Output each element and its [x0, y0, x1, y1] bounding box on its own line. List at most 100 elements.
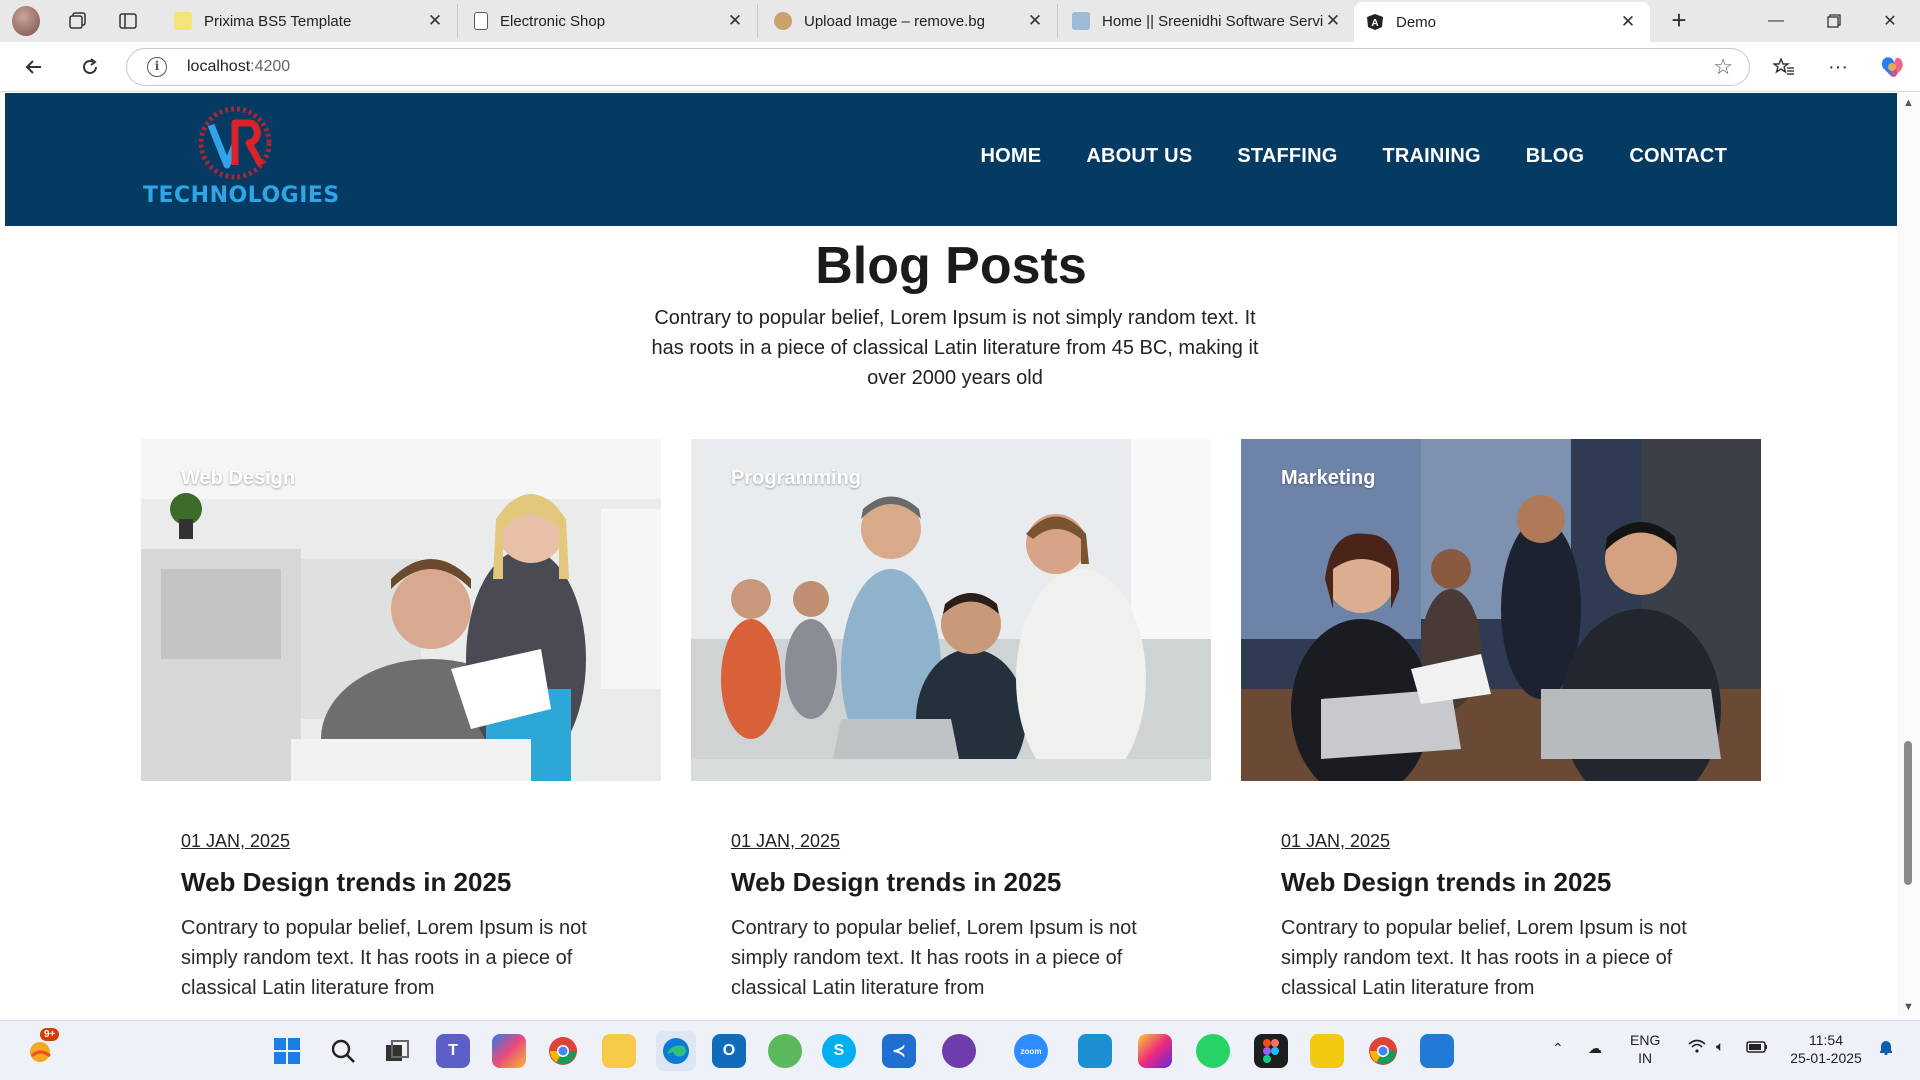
scroll-down-icon[interactable]: ▼ — [1903, 1001, 1914, 1013]
file-explorer-icon[interactable] — [602, 1034, 636, 1068]
blog-card-title[interactable]: Web Design trends in 2025 — [1281, 867, 1611, 898]
reload-icon[interactable] — [74, 52, 106, 82]
copilot-app-icon[interactable] — [492, 1034, 526, 1068]
minimize-icon[interactable]: — — [1748, 0, 1804, 42]
close-tab-icon[interactable]: ✕ — [1025, 11, 1045, 31]
volume-icon[interactable]: 🔈︎ — [1716, 1037, 1724, 1055]
close-tab-icon[interactable]: ✕ — [425, 11, 445, 31]
blog-card-date[interactable]: 01 JAN, 2025 — [181, 831, 290, 852]
page-scrollbar[interactable]: ▲ ▼ — [1897, 93, 1920, 1019]
onedrive-icon[interactable]: ☁ — [1588, 1039, 1602, 1057]
tab-actions-icon[interactable] — [108, 0, 148, 42]
battery-icon[interactable] — [1746, 1039, 1768, 1057]
blog-card-image[interactable]: Marketing — [1241, 439, 1761, 781]
more-menu-icon[interactable]: ··· — [1822, 52, 1854, 82]
company-logo[interactable]: TECHNOLOGIES — [143, 103, 339, 213]
blog-card-excerpt: Contrary to popular belief, Lorem Ipsum … — [181, 917, 587, 999]
weather-widget-icon[interactable]: 9+ — [24, 1028, 60, 1068]
chrome-profile-icon[interactable] — [1366, 1034, 1400, 1068]
blog-card-image[interactable]: Programming — [691, 439, 1211, 781]
workspaces-icon[interactable] — [58, 0, 98, 42]
chrome-icon[interactable] — [546, 1034, 580, 1068]
browser-tab-active[interactable]: A Demo ✕ — [1354, 2, 1650, 42]
close-tab-icon[interactable]: ✕ — [1323, 11, 1343, 31]
github-desktop-icon[interactable] — [942, 1034, 976, 1068]
windows-taskbar: 9+ T O S ≺ zoom ⌃ ☁ ENG IN 🔈︎ 11:54 25-0… — [0, 1020, 1920, 1080]
copilot-icon[interactable] — [1876, 52, 1908, 82]
close-tab-icon[interactable]: ✕ — [725, 11, 745, 31]
angular-favicon-icon: A — [1366, 13, 1384, 31]
tab-favicon-icon — [1072, 12, 1090, 30]
url-text: localhost:4200 — [187, 58, 290, 76]
close-window-icon[interactable]: ✕ — [1862, 0, 1918, 42]
nav-home[interactable]: HOME — [981, 145, 1042, 168]
clock-time: 11:54 — [1809, 1032, 1843, 1048]
windows-start-icon[interactable] — [270, 1034, 304, 1068]
task-view-icon[interactable] — [380, 1034, 414, 1068]
nav-blog[interactable]: BLOG — [1526, 145, 1585, 168]
tab-title: Upload Image – remove.bg — [804, 12, 985, 30]
blog-card-category[interactable]: Programming — [731, 467, 861, 490]
blog-card-image[interactable]: Web Design — [141, 439, 661, 781]
blog-card[interactable]: Marketing 01 JAN, 2025 Web Design trends… — [1241, 439, 1761, 999]
blog-card-title[interactable]: Web Design trends in 2025 — [181, 867, 511, 898]
outlook-icon[interactable]: O — [712, 1034, 746, 1068]
vr-logo-icon — [198, 106, 272, 180]
edge-icon[interactable] — [656, 1031, 696, 1071]
favorites-icon[interactable] — [1768, 52, 1800, 82]
tab-title: Home || Sreenidhi Software Servic — [1102, 12, 1323, 30]
teams-icon[interactable]: T — [436, 1034, 470, 1068]
notification-bell-icon[interactable] — [1878, 1039, 1894, 1059]
main-nav: HOME ABOUT US STAFFING TRAINING BLOG CON… — [936, 145, 1728, 168]
figma-icon[interactable] — [1254, 1034, 1288, 1068]
browser-tab[interactable]: Upload Image – remove.bg ✕ — [762, 4, 1058, 38]
favorite-star-icon[interactable]: ☆ — [1713, 54, 1733, 80]
scroll-up-icon[interactable]: ▲ — [1903, 97, 1914, 109]
blog-card-title[interactable]: Web Design trends in 2025 — [731, 867, 1061, 898]
nav-training[interactable]: TRAINING — [1382, 145, 1480, 168]
scrollbar-thumb[interactable] — [1904, 741, 1912, 885]
skype-icon[interactable]: S — [822, 1034, 856, 1068]
tab-title: Electronic Shop — [500, 12, 606, 30]
blog-card[interactable]: Web Design 01 JAN, 2025 Web Design trend… — [141, 439, 661, 999]
zoom-icon[interactable]: zoom — [1014, 1034, 1048, 1068]
new-tab-button[interactable]: + — [1664, 6, 1694, 36]
blog-card-category[interactable]: Web Design — [181, 467, 295, 490]
nav-about-us[interactable]: ABOUT US — [1086, 145, 1192, 168]
wifi-icon[interactable] — [1688, 1039, 1706, 1057]
blog-card-excerpt: Contrary to popular belief, Lorem Ipsum … — [1281, 917, 1687, 999]
close-tab-icon[interactable]: ✕ — [1618, 12, 1638, 32]
language-indicator[interactable]: ENG IN — [1630, 1031, 1660, 1067]
power-bi-icon[interactable] — [1310, 1034, 1344, 1068]
browser-tab[interactable]: Electronic Shop ✕ — [462, 4, 758, 38]
blog-card-date[interactable]: 01 JAN, 2025 — [1281, 831, 1390, 852]
browser-tab[interactable]: Home || Sreenidhi Software Servic ✕ — [1060, 4, 1356, 38]
search-icon[interactable] — [326, 1034, 360, 1068]
remote-desktop-icon[interactable] — [1078, 1034, 1112, 1068]
clock[interactable]: 11:54 25-01-2025 — [1786, 1031, 1866, 1067]
browser-tab[interactable]: Prixima BS5 Template ✕ — [162, 4, 458, 38]
site-info-icon[interactable]: i — [147, 57, 167, 77]
notepad-icon[interactable] — [1420, 1034, 1454, 1068]
section-title: Blog Posts — [815, 237, 1087, 295]
instagram-icon[interactable] — [1138, 1034, 1172, 1068]
page-viewport: TECHNOLOGIES HOME ABOUT US STAFFING TRAI… — [5, 93, 1897, 1019]
url-host: localhost — [187, 58, 251, 75]
profile-avatar[interactable] — [0, 0, 40, 42]
address-input[interactable]: i localhost:4200 ☆ — [126, 48, 1750, 86]
nav-staffing[interactable]: STAFFING — [1237, 145, 1337, 168]
blog-card[interactable]: Programming 01 JAN, 2025 Web Design tren… — [691, 439, 1211, 999]
whatsapp-icon[interactable] — [1196, 1034, 1230, 1068]
tray-overflow-icon[interactable]: ⌃ — [1552, 1039, 1564, 1057]
back-arrow-icon[interactable] — [18, 52, 50, 82]
spring-tool-icon[interactable] — [768, 1034, 802, 1068]
section-intro: Contrary to popular belief, Lorem Ipsum … — [651, 307, 1259, 389]
nav-contact[interactable]: CONTACT — [1629, 145, 1727, 168]
blog-card-date[interactable]: 01 JAN, 2025 — [731, 831, 840, 852]
tab-favicon-icon — [174, 12, 192, 30]
blog-card-category[interactable]: Marketing — [1281, 467, 1375, 490]
restore-icon[interactable] — [1806, 0, 1862, 42]
blog-card-excerpt: Contrary to popular belief, Lorem Ipsum … — [731, 917, 1137, 999]
avatar — [12, 6, 40, 36]
vscode-icon[interactable]: ≺ — [882, 1034, 916, 1068]
